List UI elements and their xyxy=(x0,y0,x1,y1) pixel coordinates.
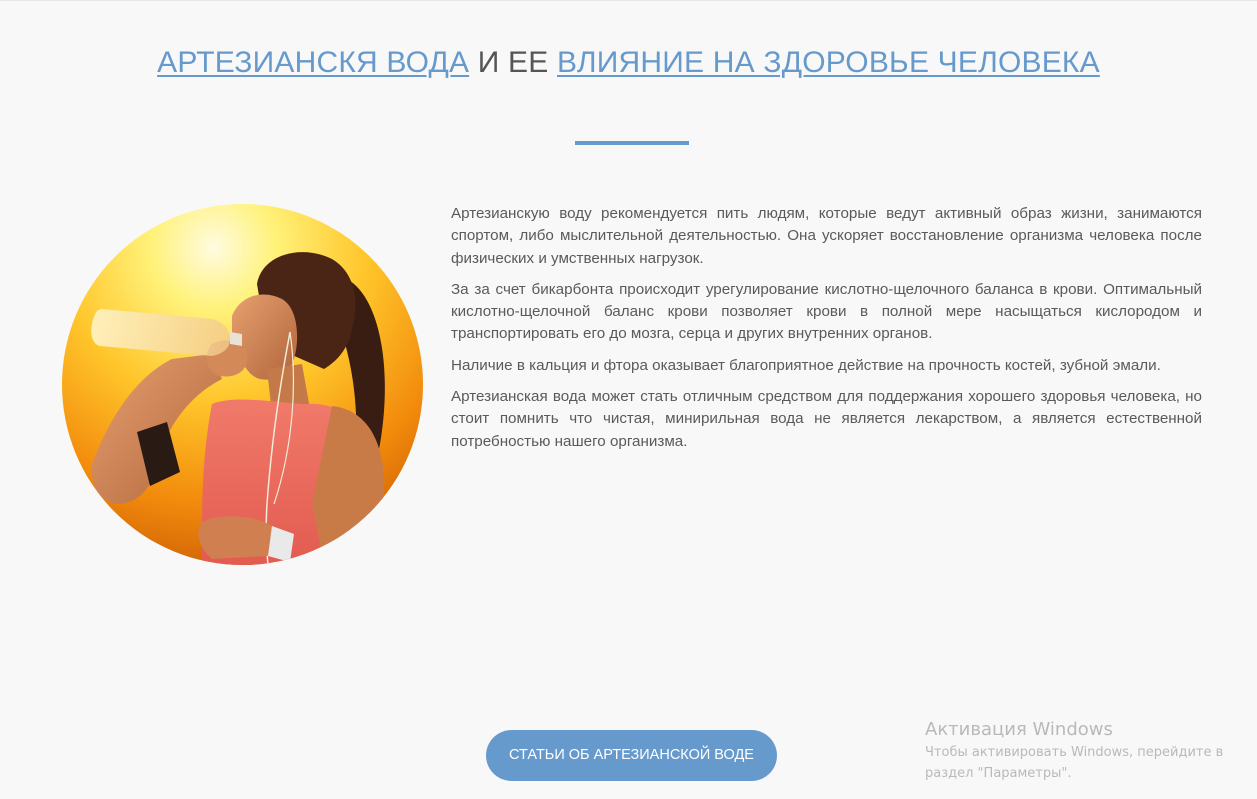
title-connector: И ЕЕ xyxy=(469,46,558,79)
windows-activation-watermark: Активация Windows Чтобы активировать Win… xyxy=(925,718,1245,784)
title-divider xyxy=(575,141,689,145)
watermark-text: Чтобы активировать Windows, перейдите в … xyxy=(925,745,1224,781)
articles-button[interactable]: СТАТЬИ ОБ АРТЕЗИАНСКОЙ ВОДЕ xyxy=(486,730,777,781)
article-paragraph-4: Артезианская вода может стать отличным с… xyxy=(451,388,1202,450)
article-paragraph-3: Наличие в кальция и фтора оказывает благ… xyxy=(451,356,1161,374)
title-link-health-impact[interactable]: ВЛИЯНИЕ НА ЗДОРОВЬЕ ЧЕЛОВЕКА xyxy=(557,46,1100,79)
page-title: АРТЕЗИАНСКЯ ВОДА И ЕЕ ВЛИЯНИЕ НА ЗДОРОВЬ… xyxy=(0,43,1257,83)
article-text: Артезианскую воду рекомендуется пить люд… xyxy=(451,203,1202,462)
title-link-artesian-water[interactable]: АРТЕЗИАНСКЯ ВОДА xyxy=(157,46,469,79)
article-paragraph-2: За за счет бикарбонта происходит урегули… xyxy=(451,280,1202,343)
watermark-title: Активация Windows xyxy=(925,719,1113,740)
page: АРТЕЗИАНСКЯ ВОДА И ЕЕ ВЛИЯНИЕ НА ЗДОРОВЬ… xyxy=(0,0,1257,799)
woman-drinking-water-photo xyxy=(62,204,423,565)
article-paragraph-1: Артезианскую воду рекомендуется пить люд… xyxy=(451,205,1202,267)
